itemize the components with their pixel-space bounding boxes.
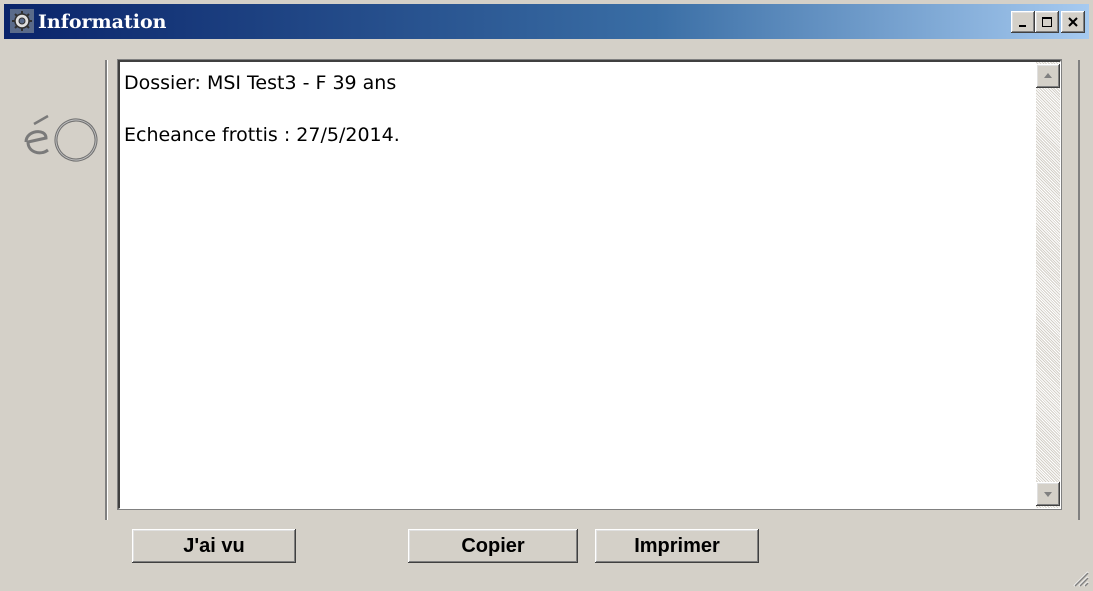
arrow-down-icon [1044, 492, 1052, 497]
minimize-button[interactable] [1011, 11, 1035, 33]
maximize-icon [1042, 17, 1052, 27]
gear-icon [10, 9, 34, 33]
seen-button[interactable]: J'ai vu [132, 529, 296, 563]
dossier-line: Dossier: MSI Test3 - F 39 ans [124, 72, 397, 94]
copy-button[interactable]: Copier [408, 529, 578, 563]
scroll-up-button[interactable] [1036, 64, 1060, 88]
vertical-scrollbar[interactable] [1036, 62, 1060, 508]
print-button[interactable]: Imprimer [595, 529, 759, 563]
information-window: Information Dossier: MSI Test3 - F 39 an… [0, 0, 1093, 591]
close-icon [1068, 17, 1078, 27]
info-text: Dossier: MSI Test3 - F 39 ans Echeance f… [124, 68, 400, 150]
info-text-area[interactable]: Dossier: MSI Test3 - F 39 ans Echeance f… [117, 59, 1062, 510]
close-button[interactable] [1061, 11, 1085, 33]
scroll-down-button[interactable] [1036, 482, 1060, 506]
resize-grip-icon[interactable] [1071, 569, 1089, 587]
minimize-icon [1019, 25, 1026, 27]
arrow-up-icon [1044, 73, 1052, 78]
title-bar[interactable]: Information [4, 4, 1089, 39]
echeance-line: Echeance frottis : 27/5/2014. [124, 124, 400, 146]
window-title: Information [38, 11, 167, 33]
eo-logo [24, 114, 98, 162]
maximize-button[interactable] [1035, 11, 1059, 33]
